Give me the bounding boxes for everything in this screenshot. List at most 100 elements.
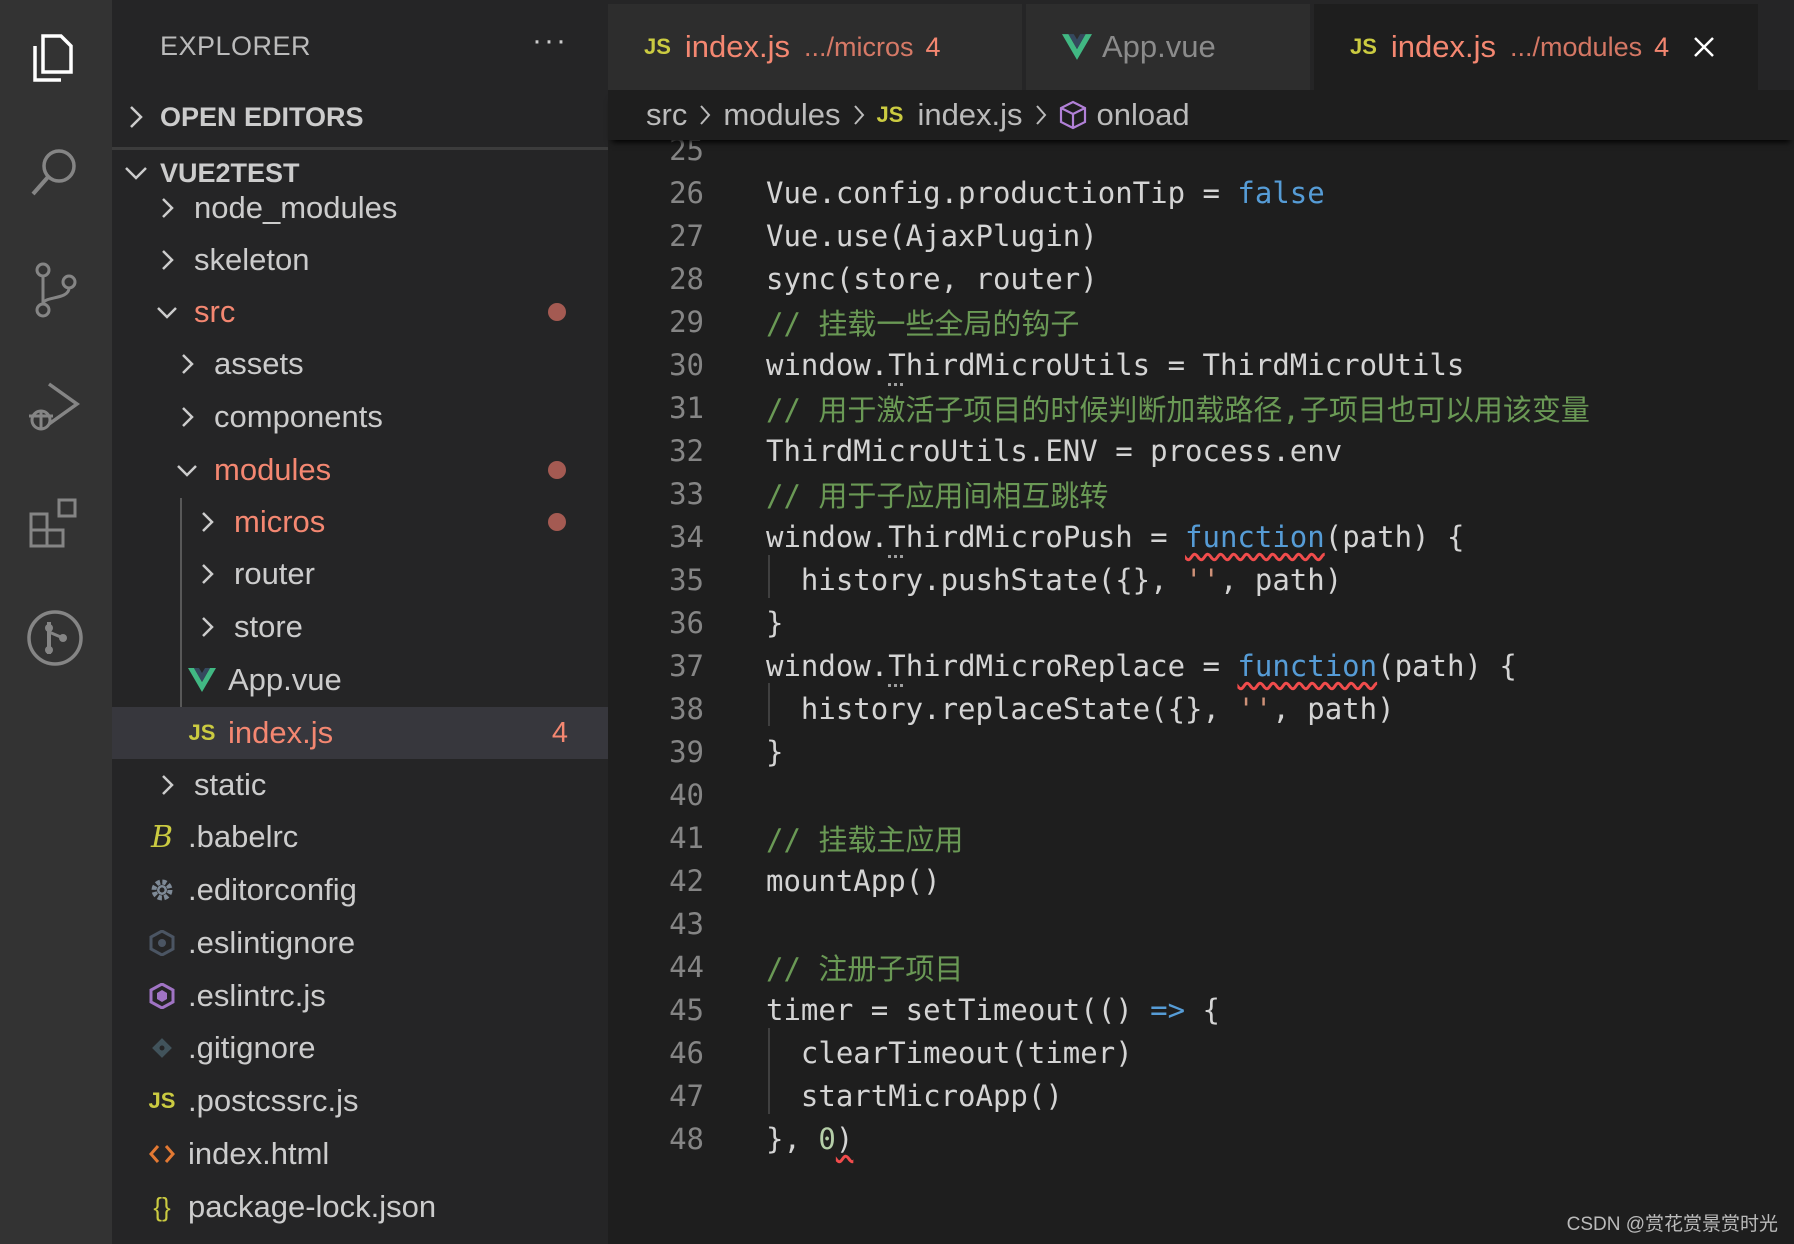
more-actions-icon[interactable]: ··· — [532, 24, 568, 58]
tree-item-components[interactable]: components — [112, 391, 608, 443]
chevron-right-icon — [174, 351, 200, 377]
tree-item-babelrc[interactable]: B .babelrc — [112, 811, 608, 863]
tree-item-src[interactable]: src — [112, 286, 608, 338]
tree-item-label: .gitignore — [188, 1030, 316, 1065]
eslint-ignore-icon — [148, 928, 176, 958]
watermark: CSDN @赏花赏景赏时光 — [1566, 1214, 1778, 1235]
breadcrumb-item-modules[interactable]: modules — [723, 97, 840, 133]
git-graph-icon[interactable] — [21, 604, 89, 672]
code-line: 33 // 用于子应用间相互跳转 — [608, 472, 1794, 515]
line-number: 30 — [669, 347, 704, 382]
tree-item-gitignore[interactable]: .gitignore — [112, 1022, 608, 1074]
tab-index-js-micros[interactable]: JS index.js .../micros 4 — [608, 4, 1022, 90]
tree-item-label: static — [194, 767, 267, 802]
chevron-down-icon — [112, 164, 160, 182]
line-number: 29 — [669, 304, 704, 339]
extensions-icon[interactable] — [21, 488, 89, 556]
tree-item-label: store — [234, 609, 303, 644]
chevron-right-icon — [154, 772, 180, 798]
tree-item-label: App.vue — [228, 662, 342, 697]
chevron-right-icon — [1035, 104, 1047, 126]
modified-dot — [548, 461, 566, 479]
chevron-right-icon — [112, 105, 160, 129]
code-line: 29 // 挂载一些全局的钩子 — [608, 300, 1794, 343]
tab-label: App.vue — [1102, 29, 1216, 64]
breadcrumb-item-src[interactable]: src — [646, 97, 687, 133]
code-text: window.ThirdMicroPush = function(path) { — [766, 519, 1465, 554]
tree-item-router[interactable]: router — [112, 548, 608, 600]
line-number: 34 — [669, 519, 704, 554]
tree-item-index-js[interactable]: JS index.js 4 — [112, 707, 608, 759]
tree-item-static[interactable]: static — [112, 759, 608, 811]
tree-item-micros[interactable]: micros — [112, 496, 608, 548]
code-text: }, 0) — [766, 1121, 854, 1156]
code-line: 37 window.ThirdMicroReplace = function(pa… — [608, 644, 1794, 687]
search-icon[interactable] — [21, 138, 89, 206]
tree-item-label: assets — [214, 346, 304, 381]
code-comment: // 注册子项目 — [766, 951, 964, 986]
code-text: Vue.config.productionTip = false — [766, 175, 1325, 210]
files-icon[interactable] — [21, 24, 89, 92]
tree-item-label: micros — [234, 504, 326, 539]
tree-item-package-lock[interactable]: {} package-lock.json — [112, 1181, 608, 1233]
js-file-icon: JS — [644, 34, 671, 59]
git-icon — [148, 1033, 176, 1063]
breadcrumb-item-symbol[interactable]: onload — [1097, 97, 1190, 133]
code-editor[interactable]: 25 26 Vue.config.productionTip = false 27… — [608, 140, 1794, 1244]
code-line: 30 window.ThirdMicroUtils = ThirdMicroUti… — [608, 343, 1794, 386]
tree-item-editorconfig[interactable]: .editorconfig — [112, 864, 608, 916]
code-line: 27 Vue.use(AjaxPlugin) — [608, 214, 1794, 257]
tab-problem-count: 4 — [1654, 31, 1670, 62]
tab-index-js-modules[interactable]: JS index.js .../modules 4 — [1314, 4, 1758, 90]
run-debug-icon[interactable] — [21, 372, 89, 440]
tree-item-label: skeleton — [194, 242, 310, 277]
line-number: 42 — [669, 863, 704, 898]
editor-tab-bar: JS index.js .../micros 4 App.vue JS inde… — [608, 0, 1794, 90]
line-number: 37 — [669, 648, 704, 683]
cube-icon — [1059, 100, 1087, 130]
tree-item-node-modules[interactable]: node_modules — [112, 182, 608, 234]
tab-label: index.js — [1390, 29, 1497, 64]
line-number: 47 — [669, 1078, 704, 1113]
tree-item-label: .eslintrc.js — [188, 978, 326, 1013]
code-comment: // 挂载主应用 — [766, 822, 964, 857]
code-text: clearTimeout(timer) — [766, 1035, 1133, 1070]
chevron-right-icon — [194, 561, 220, 587]
js-file-icon: JS — [876, 102, 904, 127]
code-text: window.ThirdMicroReplace = function(path… — [766, 648, 1517, 683]
code-line: 48}, 0) — [608, 1117, 1794, 1160]
chevron-down-icon — [154, 299, 180, 325]
html-file-icon — [148, 1139, 176, 1169]
tree-item-label: index.js — [228, 715, 334, 750]
source-control-icon[interactable] — [21, 256, 89, 324]
tree-item-eslintignore[interactable]: .eslintignore — [112, 917, 608, 969]
tree-item-index-html[interactable]: index.html — [112, 1128, 608, 1180]
breadcrumb-item-file[interactable]: index.js — [917, 97, 1022, 133]
line-number: 45 — [669, 992, 704, 1027]
line-number: 44 — [669, 949, 704, 984]
tree-item-eslintrc[interactable]: .eslintrc.js — [112, 970, 608, 1022]
tree-item-postcssrc[interactable]: JS .postcssrc.js — [112, 1075, 608, 1127]
code-line: 25 — [608, 140, 1794, 171]
code-text: window.ThirdMicroUtils = ThirdMicroUtils — [766, 347, 1465, 382]
tree-item-label: components — [214, 399, 383, 434]
line-number: 28 — [669, 261, 704, 296]
gear-icon — [148, 875, 176, 905]
tree-item-label: package-lock.json — [188, 1189, 437, 1224]
tree-item-assets[interactable]: assets — [112, 338, 608, 390]
close-icon[interactable] — [1693, 36, 1715, 58]
modified-dot — [548, 303, 566, 321]
tab-app-vue[interactable]: App.vue — [1026, 4, 1310, 90]
tree-item-skeleton[interactable]: skeleton — [112, 234, 608, 286]
tree-item-modules[interactable]: modules — [112, 444, 608, 496]
code-line: 32 ThirdMicroUtils.ENV = process.env — [608, 429, 1794, 472]
tree-item-label: .postcssrc.js — [188, 1083, 359, 1118]
vue-file-icon — [188, 665, 216, 695]
code-line: 36} — [608, 601, 1794, 644]
line-number: 41 — [669, 820, 704, 855]
code-text: history.pushState({}, '', path) — [766, 562, 1343, 597]
tab-description: .../micros — [804, 31, 914, 62]
open-editors-section[interactable]: OPEN EDITORS — [112, 92, 608, 142]
tree-item-store[interactable]: store — [112, 601, 608, 653]
tree-item-app-vue[interactable]: App.vue — [112, 654, 608, 706]
